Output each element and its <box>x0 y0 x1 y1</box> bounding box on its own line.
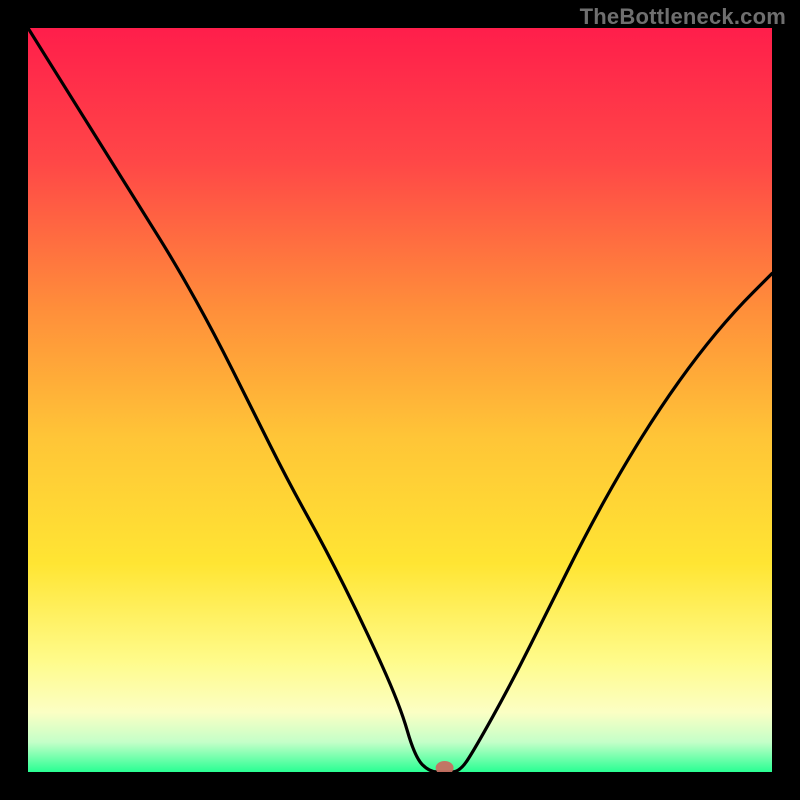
gradient-background <box>28 28 772 772</box>
plot-area <box>28 28 772 772</box>
bottleneck-chart-svg <box>28 28 772 772</box>
watermark-text: TheBottleneck.com <box>580 4 786 30</box>
chart-frame: TheBottleneck.com <box>0 0 800 800</box>
